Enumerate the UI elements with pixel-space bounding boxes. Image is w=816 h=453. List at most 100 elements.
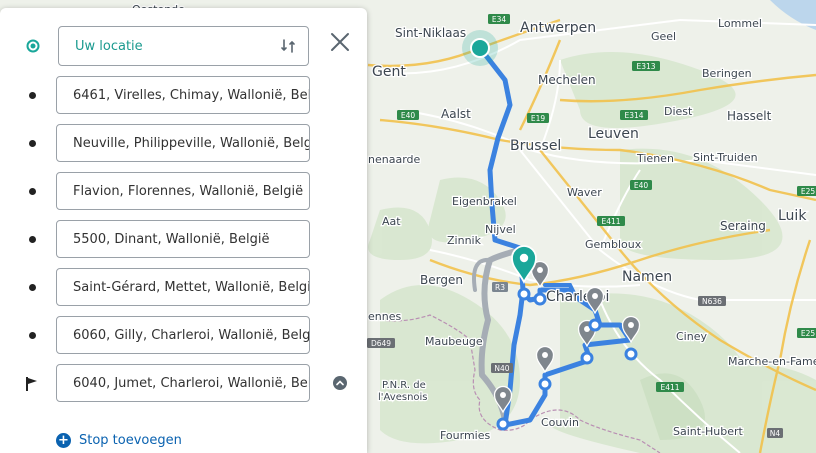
route-stop-ring xyxy=(538,377,552,391)
chevron-up-icon[interactable] xyxy=(333,376,347,390)
svg-text:N40: N40 xyxy=(494,364,509,373)
stop-input[interactable]: Flavion, Florennes, Wallonië, België xyxy=(56,172,310,210)
place-label-zinnik: Zinnik xyxy=(447,234,482,247)
route-stop-ring xyxy=(517,287,531,301)
place-label-sint-truiden: Sint-Truiden xyxy=(693,151,758,164)
road-shield-d649: D649 xyxy=(367,338,395,348)
destination-input[interactable]: 6040, Jumet, Charleroi, Wallonië, België xyxy=(56,364,310,402)
stop-dot-icon xyxy=(29,284,36,291)
place-label-nijvel: Nijvel xyxy=(485,223,516,236)
road-shield-e25-north: E25 xyxy=(797,186,816,196)
svg-text:E411: E411 xyxy=(601,217,620,226)
road-shield-e411-north: E411 xyxy=(597,216,625,226)
place-label-leuven: Leuven xyxy=(588,126,639,142)
route-stop-ring xyxy=(580,351,594,365)
place-label-geel: Geel xyxy=(651,30,676,43)
road-shield-e34: E34 xyxy=(488,14,510,24)
stop-row: 6461, Virelles, Chimay, Wallonië, België xyxy=(0,76,367,116)
stop-input[interactable]: Saint-Gérard, Mettet, Wallonië, België xyxy=(56,268,310,306)
place-label-seraing: Seraing xyxy=(720,219,766,233)
svg-text:N4: N4 xyxy=(770,429,781,438)
place-label-bergen: Bergen xyxy=(420,273,463,287)
svg-text:E40: E40 xyxy=(401,111,416,120)
road-shield-e25-south: E25 xyxy=(797,328,816,338)
origin-value: Uw locatie xyxy=(75,39,143,54)
route-planner-panel: Uw locatie 6461, Virelles, Chimay, Wallo… xyxy=(0,8,367,453)
current-location-dot[interactable] xyxy=(470,38,490,58)
place-label-tienen: Tienen xyxy=(636,152,674,165)
stop-dot-icon xyxy=(29,92,36,99)
place-label-antwerpen: Antwerpen xyxy=(520,20,596,36)
svg-text:E411: E411 xyxy=(660,383,679,392)
stop-row: Neuville, Philippeville, Wallonië, Belgi… xyxy=(0,124,367,164)
stop-dot-icon xyxy=(29,332,36,339)
stop-row: Saint-Gérard, Mettet, Wallonië, België xyxy=(0,268,367,308)
place-label-gembloux: Gembloux xyxy=(585,238,642,251)
place-label-oudenaarde: nenaarde xyxy=(368,153,421,166)
road-shield-n40: N40 xyxy=(491,363,513,373)
svg-text:E19: E19 xyxy=(531,114,546,123)
road-shield-e40-west: E40 xyxy=(397,110,419,120)
place-label-maubeuge: Maubeuge xyxy=(425,335,483,348)
place-label-aat: Aat xyxy=(382,215,401,228)
place-label-waver: Waver xyxy=(567,186,602,199)
place-label-hasselt: Hasselt xyxy=(727,109,772,123)
road-shield-e40-east: E40 xyxy=(630,180,652,190)
place-label-mons-suburb: ennes xyxy=(368,310,401,323)
road-shield-e411-south: E411 xyxy=(656,382,684,392)
place-label-aalst: Aalst xyxy=(441,107,471,121)
origin-marker-icon xyxy=(26,39,40,53)
svg-text:D649: D649 xyxy=(371,339,391,348)
place-label-pnr-2: l'Avesnois xyxy=(378,392,428,403)
route-stop-ring xyxy=(624,347,638,361)
stop-row: 6060, Gilly, Charleroi, Wallonië, België xyxy=(0,316,367,356)
road-shield-e314: E314 xyxy=(620,110,648,120)
svg-text:E314: E314 xyxy=(624,111,643,120)
place-label-ciney: Ciney xyxy=(676,330,707,343)
destination-row: 6040, Jumet, Charleroi, Wallonië, België xyxy=(0,364,367,404)
svg-text:E40: E40 xyxy=(634,181,649,190)
stop-row: Flavion, Florennes, Wallonië, België xyxy=(0,172,367,212)
place-label-lommel: Lommel xyxy=(718,17,762,30)
place-label-saint-hubert: Saint-Hubert xyxy=(673,425,744,438)
place-label-brussel: Brussel xyxy=(510,138,561,154)
stop-input[interactable]: Neuville, Philippeville, Wallonië, Belgi… xyxy=(56,124,310,162)
route-stop-ring xyxy=(588,318,602,332)
route-stop-ring xyxy=(533,292,547,306)
road-shield-n636: N636 xyxy=(698,296,726,306)
flag-icon xyxy=(26,377,37,391)
svg-text:R3: R3 xyxy=(495,283,505,292)
stop-input[interactable]: 6461, Virelles, Chimay, Wallonië, België xyxy=(56,76,310,114)
place-label-mechelen: Mechelen xyxy=(538,73,596,87)
origin-input[interactable]: Uw locatie xyxy=(58,26,309,66)
place-label-namen: Namen xyxy=(622,269,672,285)
stop-dot-icon xyxy=(29,140,36,147)
road-shield-e313: E313 xyxy=(632,61,660,71)
place-label-marche: Marche-en-Famenne xyxy=(728,355,816,368)
svg-text:E34: E34 xyxy=(492,15,507,24)
svg-text:N636: N636 xyxy=(702,297,722,306)
place-label-sint-niklaas: Sint-Niklaas xyxy=(395,26,466,40)
stop-input[interactable]: 6060, Gilly, Charleroi, Wallonië, België xyxy=(56,316,310,354)
origin-row: Uw locatie xyxy=(0,26,367,66)
place-label-gent: Gent xyxy=(372,64,406,80)
swap-icon[interactable] xyxy=(280,38,296,54)
svg-text:E313: E313 xyxy=(636,62,655,71)
add-stop-button[interactable]: + Stop toevoegen xyxy=(56,428,182,452)
plus-icon: + xyxy=(56,432,71,448)
road-shield-e19: E19 xyxy=(527,113,549,123)
stop-dot-icon xyxy=(29,188,36,195)
road-shield-n4: N4 xyxy=(767,428,783,438)
svg-text:E25: E25 xyxy=(801,187,816,196)
place-label-diest: Diest xyxy=(664,105,693,118)
place-label-couvin: Couvin xyxy=(541,416,579,429)
svg-text:E25: E25 xyxy=(801,329,816,338)
stop-dot-icon xyxy=(29,236,36,243)
place-label-luik: Luik xyxy=(778,208,807,224)
add-stop-label: Stop toevoegen xyxy=(79,432,182,448)
place-label-beringen: Beringen xyxy=(702,67,752,80)
place-label-fourmies: Fourmies xyxy=(440,429,491,442)
place-label-pnr-1: P.N.R. de xyxy=(382,380,426,391)
stop-input[interactable]: 5500, Dinant, Wallonië, België xyxy=(56,220,310,258)
route-stop-ring xyxy=(496,417,510,431)
